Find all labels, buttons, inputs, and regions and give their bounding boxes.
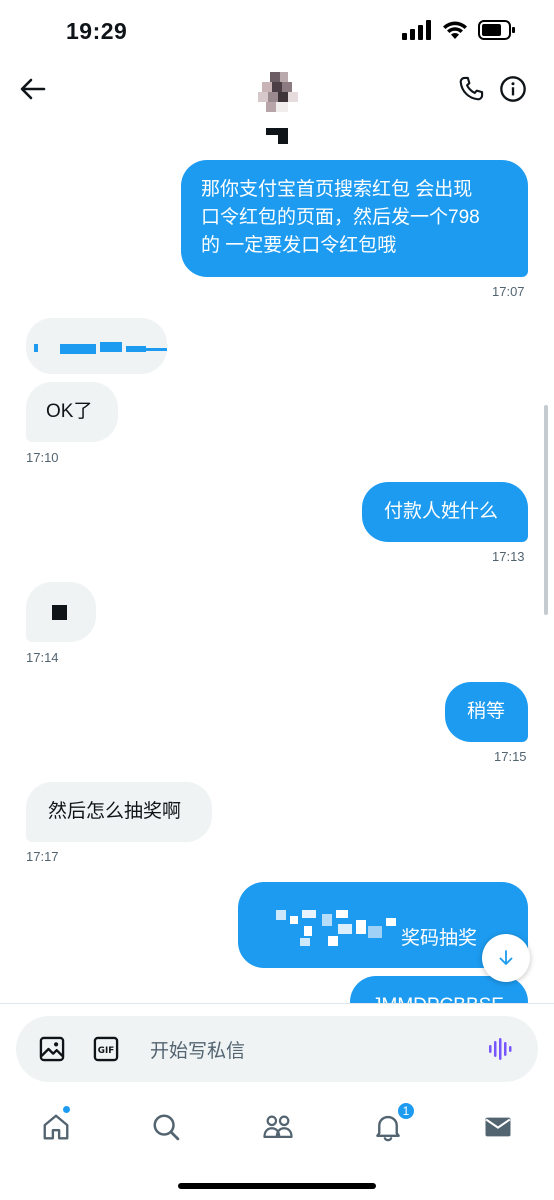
message-timestamp: 17:13	[492, 549, 525, 564]
status-icons	[402, 20, 516, 40]
message-bubble-outgoing[interactable]: 那你支付宝首页搜索红包 会出现 口令红包的页面，然后发一个798 的 一定要发口…	[181, 160, 528, 277]
battery-icon	[478, 20, 515, 40]
message-timestamp: 17:07	[492, 284, 525, 299]
redacted-content	[276, 910, 396, 946]
search-icon	[153, 1114, 180, 1141]
back-arrow-icon	[20, 78, 46, 100]
composer-bar: GIF 开始写私信	[0, 1003, 554, 1095]
message-line: 的 一定要发口令红包哦	[201, 235, 397, 256]
image-icon[interactable]	[38, 1035, 66, 1063]
message-bubble-incoming-redacted[interactable]	[26, 582, 96, 642]
gif-icon[interactable]: GIF	[92, 1035, 120, 1063]
status-bar: 19:29	[0, 0, 554, 60]
people-icon	[263, 1115, 293, 1138]
scroll-to-bottom-button[interactable]	[482, 934, 530, 982]
phone-icon	[459, 76, 484, 101]
message-bubble-outgoing[interactable]: 稍等	[445, 682, 528, 742]
message-input[interactable]: 开始写私信	[150, 1036, 245, 1063]
status-time: 19:29	[66, 18, 128, 44]
wifi-icon	[443, 21, 467, 39]
message-bubble-outgoing[interactable]: 付款人姓什么	[362, 482, 528, 542]
message-timestamp: 17:14	[26, 650, 59, 665]
voice-wave-icon[interactable]	[486, 1035, 516, 1063]
message-text: JMMDPCBBSE	[372, 992, 504, 1003]
message-bubble-incoming-redacted[interactable]	[26, 318, 167, 374]
message-timestamp: 17:17	[26, 849, 59, 864]
conversation-header	[0, 60, 554, 156]
signal-icon	[402, 20, 431, 40]
notifications-badge: 1	[396, 1101, 416, 1121]
nav-home[interactable]	[36, 1107, 76, 1147]
message-bubble-incoming[interactable]: OK了	[26, 382, 118, 442]
home-icon	[43, 1114, 69, 1140]
nav-search[interactable]	[146, 1107, 186, 1147]
message-line: 那你支付宝首页搜索红包 会出现	[201, 179, 473, 200]
message-line: 口令红包的页面，然后发一个798	[201, 207, 480, 228]
message-text: 奖码抽奖	[401, 928, 478, 949]
info-icon	[500, 76, 526, 102]
contact-name-redacted	[266, 126, 294, 146]
scrollbar[interactable]	[544, 405, 548, 615]
message-text: 然后怎么抽奖啊	[48, 801, 182, 822]
call-button[interactable]	[456, 74, 486, 104]
nav-messages[interactable]	[478, 1107, 518, 1147]
bottom-nav: 1	[0, 1095, 554, 1200]
arrow-down-icon	[499, 950, 513, 965]
back-button[interactable]	[16, 72, 50, 106]
mail-icon	[485, 1117, 511, 1137]
avatar[interactable]	[258, 72, 298, 112]
message-text: 稍等	[467, 701, 506, 722]
message-text: OK了	[46, 401, 93, 422]
message-timestamp: 17:15	[494, 749, 527, 764]
redacted-content	[34, 342, 167, 354]
home-indicator	[178, 1183, 376, 1189]
message-bubble-incoming[interactable]: 然后怎么抽奖啊	[26, 782, 212, 842]
home-notification-dot	[62, 1105, 71, 1114]
redacted-content	[52, 605, 67, 620]
message-timestamp: 17:10	[26, 450, 59, 465]
svg-text:GIF: GIF	[98, 1046, 114, 1056]
message-text: 付款人姓什么	[384, 501, 499, 522]
message-composer[interactable]: GIF 开始写私信	[16, 1016, 538, 1082]
nav-communities[interactable]	[258, 1107, 298, 1147]
info-button[interactable]	[498, 74, 528, 104]
